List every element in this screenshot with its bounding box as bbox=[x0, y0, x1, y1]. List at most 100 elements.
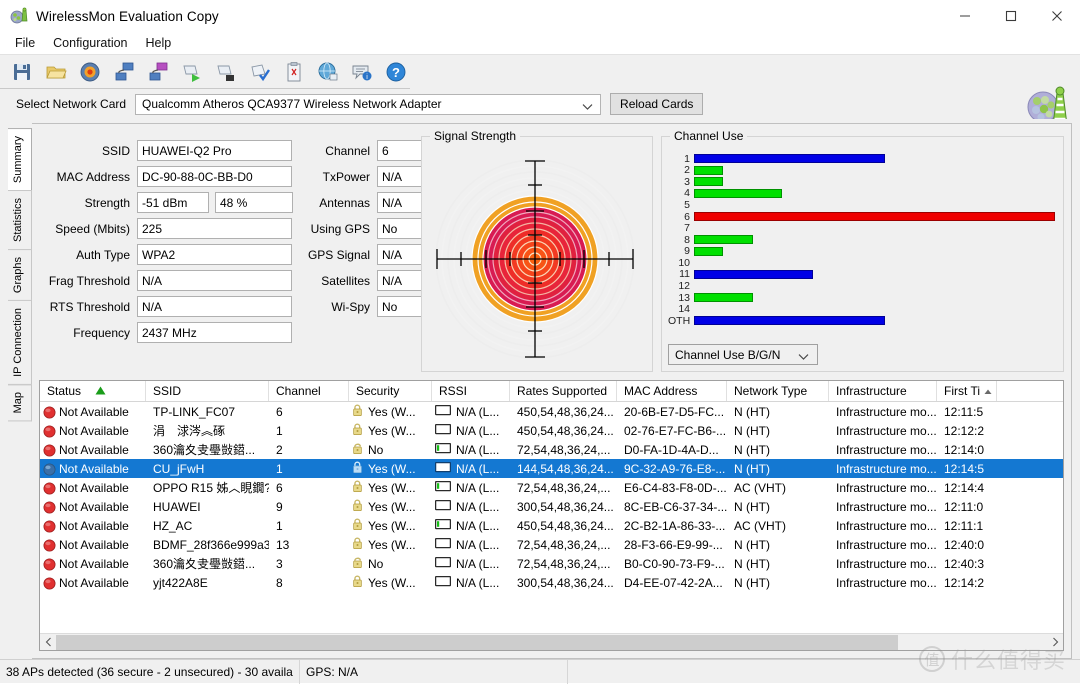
cell-text: Yes (W... bbox=[368, 499, 416, 514]
comment-info-icon[interactable]: i bbox=[345, 56, 379, 88]
sidebar-item-ip-connection[interactable]: IP Connection bbox=[8, 300, 32, 386]
table-column-header[interactable]: First Ti bbox=[937, 381, 997, 401]
table-cell-status: Not Available bbox=[40, 478, 146, 497]
field-strength-dbm[interactable]: -51 dBm bbox=[137, 192, 209, 213]
status-indicator-icon bbox=[43, 558, 56, 570]
sidebar-item-map[interactable]: Map bbox=[8, 384, 32, 422]
table-row[interactable]: Not Available yjt422A8E 8 Yes (W... N/A (L..… bbox=[40, 573, 1063, 592]
table-column-header[interactable]: Infrastructure bbox=[829, 381, 937, 401]
reload-cards-button[interactable]: Reload Cards bbox=[610, 93, 704, 115]
cell-text: Yes (W... bbox=[368, 423, 416, 438]
table-row[interactable]: Not Available HZ_AC 1 Yes (W... N/A (L... 450… bbox=[40, 516, 1063, 535]
field-speed-value[interactable]: 225 bbox=[137, 218, 292, 239]
table-row[interactable]: Not Available BDMF_28f366e999a3 13 Yes (W..… bbox=[40, 535, 1063, 554]
table-column-header[interactable]: MAC Address bbox=[617, 381, 727, 401]
table-cell-ssid: HZ_AC bbox=[146, 516, 269, 535]
table-cell-type: N (HT) bbox=[727, 573, 829, 592]
signal-meter-icon bbox=[434, 518, 452, 533]
clipboard-icon[interactable] bbox=[277, 56, 311, 88]
table-row[interactable]: Not Available CU_jFwH 1 Yes (W... N/A (L... 1… bbox=[40, 459, 1063, 478]
table-horizontal-scrollbar[interactable] bbox=[40, 633, 1063, 650]
channel-use-bar bbox=[694, 165, 723, 175]
table-column-header[interactable]: RSSI bbox=[432, 381, 510, 401]
network-disconnect-icon[interactable] bbox=[141, 56, 175, 88]
cell-text: HZ_AC bbox=[153, 518, 193, 533]
table-row[interactable]: Not Available 360瀹夊叏璺敱鍣... 3 No N/A (L... 72,… bbox=[40, 554, 1063, 573]
cell-text: Not Available bbox=[59, 518, 129, 533]
field-auth-type-value[interactable]: WPA2 bbox=[137, 244, 292, 265]
globe-site-icon[interactable] bbox=[311, 56, 345, 88]
cell-text: Not Available bbox=[59, 442, 129, 457]
scroll-right-arrow[interactable] bbox=[1047, 634, 1063, 651]
sidebar-item-summary[interactable]: Summary bbox=[8, 128, 32, 192]
channel-use-mode-select[interactable]: Channel Use B/G/N bbox=[668, 344, 818, 365]
cell-text: D4-EE-07-42-2A... bbox=[624, 575, 723, 590]
status-indicator-icon bbox=[43, 425, 56, 437]
table-row[interactable]: Not Available OPPO R15 姊︿睍鐗? 6 Yes (W... N/A… bbox=[40, 478, 1063, 497]
field-frag-threshold-label: Frag Threshold bbox=[48, 273, 130, 288]
table-cell-infra: Infrastructure mo... bbox=[829, 554, 937, 573]
field-strength-percent[interactable]: 48 % bbox=[215, 192, 293, 213]
table-cell-first: 12:14:4 bbox=[937, 478, 997, 497]
network-card-select[interactable]: Qualcomm Atheros QCA9377 Wireless Networ… bbox=[135, 93, 602, 115]
network-card-value: Qualcomm Atheros QCA9377 Wireless Networ… bbox=[142, 97, 442, 111]
field-mac-address: MAC Address DC-90-88-0C-BB-D0 bbox=[39, 166, 293, 187]
connection-details: SSID HUAWEI-Q2 Pro MAC Address DC-90-88-… bbox=[39, 130, 439, 374]
status-indicator-icon bbox=[43, 444, 56, 456]
signal-meter-icon bbox=[434, 423, 452, 438]
status-indicator-icon bbox=[43, 406, 56, 418]
record-icon[interactable] bbox=[73, 56, 107, 88]
cell-text: N/A (L... bbox=[456, 480, 500, 495]
table-row[interactable]: Not Available TP-LINK_FC07 6 Yes (W... N/A (… bbox=[40, 402, 1063, 421]
field-speed: Speed (Mbits) 225 bbox=[39, 218, 293, 239]
field-mac-address-value[interactable]: DC-90-88-0C-BB-D0 bbox=[137, 166, 292, 187]
sidebar-item-graphs[interactable]: Graphs bbox=[8, 249, 32, 302]
close-button[interactable] bbox=[1034, 0, 1080, 32]
open-folder-icon[interactable] bbox=[39, 56, 73, 88]
cell-text: Not Available bbox=[59, 461, 129, 476]
survey-icon[interactable] bbox=[243, 56, 277, 88]
scrollbar-track[interactable] bbox=[56, 633, 1047, 650]
cell-text: 涓 浗涔︽硺 bbox=[153, 424, 226, 438]
help-icon[interactable]: ? bbox=[379, 56, 413, 88]
scroll-up-caret-icon[interactable] bbox=[984, 384, 992, 398]
field-frag-threshold-value[interactable]: N/A bbox=[137, 270, 292, 291]
table-row[interactable]: Not Available 涓 浗涔︽硺 1 Yes (W... N/A (L... 45… bbox=[40, 421, 1063, 440]
table-column-header[interactable]: Security bbox=[349, 381, 432, 401]
field-ssid-value[interactable]: HUAWEI-Q2 Pro bbox=[137, 140, 292, 161]
table-cell-rssi: N/A (L... bbox=[432, 478, 510, 497]
save-icon[interactable] bbox=[5, 56, 39, 88]
minimize-button[interactable] bbox=[942, 0, 988, 32]
field-rts-threshold-value[interactable]: N/A bbox=[137, 296, 292, 317]
table-row[interactable]: Not Available 360瀹夊叏璺敱鍣... 2 No N/A (L... 72,… bbox=[40, 440, 1063, 459]
scrollbar-thumb[interactable] bbox=[56, 634, 899, 650]
maximize-button[interactable] bbox=[988, 0, 1034, 32]
table-cell-rates: 450,54,48,36,24... bbox=[510, 421, 617, 440]
table-column-header[interactable]: Network Type bbox=[727, 381, 829, 401]
field-frequency-value[interactable]: 2437 MHz bbox=[137, 322, 292, 343]
cell-text: N (HT) bbox=[734, 556, 770, 571]
table-column-header[interactable]: Status bbox=[40, 381, 146, 401]
table-column-header[interactable]: Rates Supported bbox=[510, 381, 617, 401]
table-column-header[interactable]: Channel bbox=[269, 381, 349, 401]
menu-configuration[interactable]: Configuration bbox=[44, 34, 136, 52]
field-txpower: TxPower N/A bbox=[305, 166, 439, 187]
start-logging-icon[interactable] bbox=[175, 56, 209, 88]
menu-file[interactable]: File bbox=[6, 34, 44, 52]
channel-use-bar bbox=[694, 211, 1055, 221]
signal-meter-icon bbox=[434, 537, 452, 552]
cell-text: Yes (W... bbox=[368, 480, 416, 495]
cell-text: 9 bbox=[276, 499, 283, 514]
table-column-header[interactable]: SSID bbox=[146, 381, 269, 401]
network-connect-icon[interactable] bbox=[107, 56, 141, 88]
signal-meter-icon bbox=[434, 499, 452, 514]
title-bar: WirelessMon Evaluation Copy bbox=[0, 0, 1080, 32]
table-cell-rates: 300,54,48,36,24... bbox=[510, 497, 617, 516]
table-row[interactable]: Not Available HUAWEI 9 Yes (W... N/A (L... 30… bbox=[40, 497, 1063, 516]
cell-text: 12:40:3 bbox=[944, 556, 985, 571]
table-cell-first: 12:14:0 bbox=[937, 440, 997, 459]
stop-logging-icon[interactable] bbox=[209, 56, 243, 88]
menu-help[interactable]: Help bbox=[137, 34, 181, 52]
sidebar-item-statistics[interactable]: Statistics bbox=[8, 190, 32, 251]
scroll-left-arrow[interactable] bbox=[40, 634, 56, 651]
